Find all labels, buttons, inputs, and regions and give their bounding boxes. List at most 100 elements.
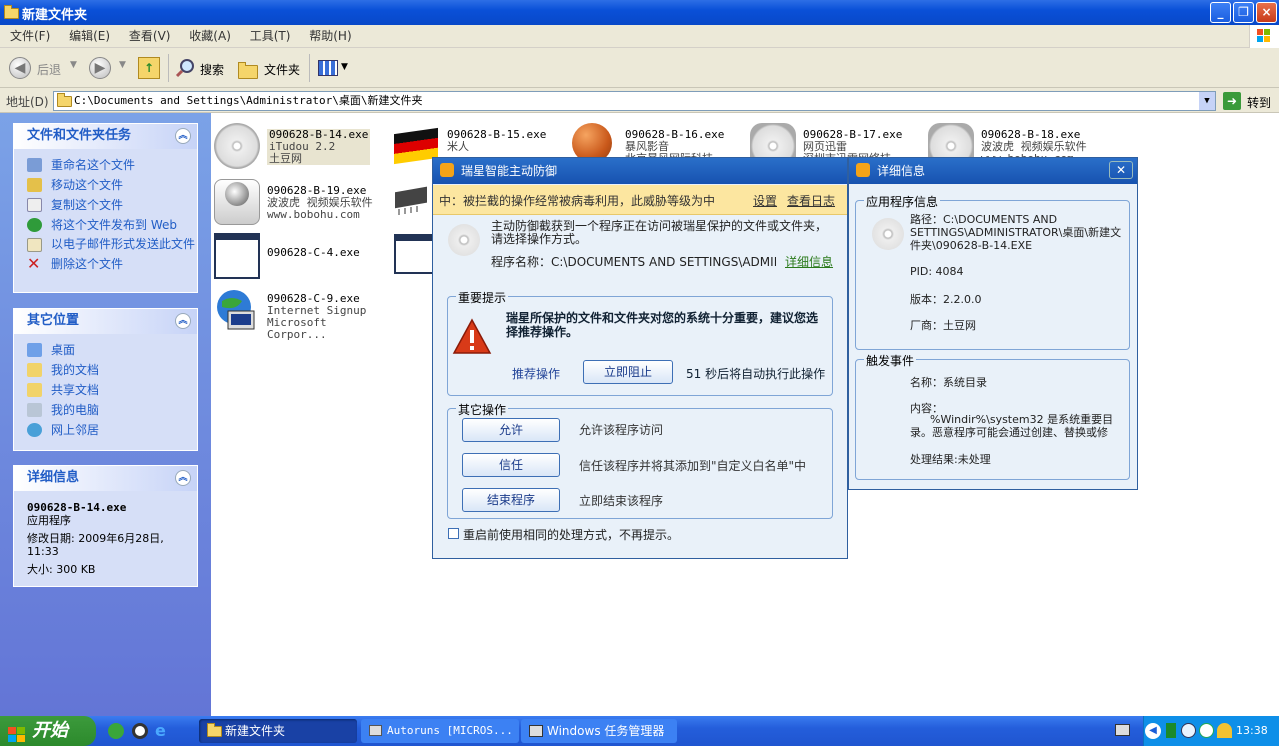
autoruns-icon — [369, 725, 382, 736]
trust-description: 信任该程序并将其添加到"自定义白名单"中 — [579, 459, 807, 473]
collapse-icon[interactable]: ︽ — [175, 128, 191, 144]
detail-modified: 修改日期: 2009年6月28日, 11:33 — [27, 532, 164, 558]
my-documents-link[interactable]: 我的文档 — [26, 360, 197, 380]
app-vendor: 厂商：土豆网 — [910, 319, 976, 332]
event-content-text: %Windir%\system32 是系统重要目录。恶意程序可能会通过创建、替换… — [910, 413, 1114, 439]
allow-button[interactable]: 允许 — [462, 418, 560, 442]
file-item[interactable]: 090628-B-14.exe iTudou 2.2 土豆网 — [211, 119, 381, 169]
views-dropdown-icon[interactable]: ▼ — [341, 62, 348, 72]
view-log-link[interactable]: 查看日志 — [787, 192, 835, 209]
my-computer-link[interactable]: 我的电脑 — [26, 400, 197, 420]
countdown-text: 51 秒后将自动执行此操作 — [686, 367, 826, 381]
address-dropdown-icon[interactable]: ▼ — [1199, 92, 1215, 110]
copy-file-link[interactable]: 复制这个文件 — [26, 195, 197, 215]
app-cd-icon — [872, 218, 904, 250]
remember-checkbox[interactable] — [448, 528, 459, 539]
go-button[interactable]: 转到 — [1247, 94, 1271, 111]
trigger-event-label: 触发事件 — [864, 352, 917, 369]
up-folder-icon[interactable]: ↑ — [138, 57, 160, 79]
toolbar: ◀ 后退 ▼ ▶ ▼ ↑ 搜索 文件夹 ▼ — [0, 48, 1279, 88]
block-now-button[interactable]: 立即阻止 — [583, 360, 673, 384]
other-places-panel: 其它位置 ︽ 桌面 我的文档 共享文档 我的电脑 网上邻居 — [13, 308, 198, 451]
tray-green-icon[interactable] — [1166, 723, 1176, 738]
desktop-icon — [27, 343, 42, 357]
internet-signup-icon — [214, 287, 260, 333]
search-button[interactable]: 搜索 — [200, 61, 224, 78]
task-pane: 文件和文件夹任务 ︽ 重命名这个文件 移动这个文件 复制这个文件 将这个文件发布到… — [0, 113, 211, 716]
window-title: 新建文件夹 — [22, 8, 88, 23]
file-item[interactable]: 090628-B-19.exe 波波虎 视频娱乐软件 www.bobohu.com — [211, 175, 381, 225]
network-icon — [27, 423, 42, 437]
minimize-button[interactable]: _ — [1210, 2, 1231, 23]
tray-umbrella-icon[interactable] — [1217, 723, 1232, 738]
title-bar[interactable]: 新建文件夹 _ ❐ × — [0, 0, 1279, 25]
windows-logo-icon — [1249, 25, 1279, 48]
cd-icon — [214, 123, 260, 169]
settings-link[interactable]: 设置 — [753, 192, 777, 209]
rename-file-link[interactable]: 重命名这个文件 — [26, 155, 197, 175]
keyboard-icon[interactable] — [1115, 724, 1130, 736]
maximize-button[interactable]: ❐ — [1233, 2, 1254, 23]
close-icon[interactable]: ✕ — [1109, 161, 1133, 179]
email-icon — [27, 238, 42, 252]
go-arrow-icon[interactable]: ➜ — [1223, 92, 1241, 110]
email-file-link[interactable]: 以电子邮件形式发送此文件 — [26, 235, 197, 254]
details-title-bar[interactable]: 详细信息 ✕ — [849, 158, 1137, 184]
task-new-folder[interactable]: 新建文件夹 — [199, 719, 357, 743]
folder-icon — [57, 93, 72, 107]
important-label: 重要提示 — [456, 289, 509, 306]
menu-file[interactable]: 文件(F) — [10, 25, 50, 47]
folder-icon — [4, 5, 19, 19]
warning-icon — [452, 317, 492, 357]
desktop-link[interactable]: 桌面 — [26, 340, 197, 360]
file-tasks-panel: 文件和文件夹任务 ︽ 重命名这个文件 移动这个文件 复制这个文件 将这个文件发布到… — [13, 123, 198, 293]
quicklaunch-media-icon[interactable] — [132, 723, 148, 739]
start-button[interactable]: 开始 — [0, 716, 96, 746]
file-item[interactable]: 090628-C-9.exe Internet Signup Microsoft C… — [211, 283, 381, 341]
menu-help[interactable]: 帮助(H) — [309, 25, 351, 47]
menu-edit[interactable]: 编辑(E) — [69, 25, 110, 47]
address-label: 地址(D) — [6, 95, 49, 109]
ie-icon[interactable]: e — [155, 722, 173, 740]
chip-icon[interactable] — [391, 181, 431, 221]
kill-program-button[interactable]: 结束程序 — [462, 488, 560, 512]
task-autoruns[interactable]: Autoruns [MICROS... — [361, 719, 519, 743]
menu-view[interactable]: 查看(V) — [129, 25, 171, 47]
quicklaunch-globe-icon[interactable] — [108, 723, 124, 739]
rising-lion-icon — [440, 163, 454, 177]
move-icon — [27, 178, 42, 192]
menu-favorites[interactable]: 收藏(A) — [189, 25, 231, 47]
tray-security-icon[interactable] — [1181, 723, 1196, 738]
dialog-title-bar[interactable]: 瑞星智能主动防御 — [433, 158, 847, 184]
shared-documents-link[interactable]: 共享文档 — [26, 380, 197, 400]
program-name: 程序名称：C:\DOCUMENTS AND SETTINGS\ADMINISTR… — [491, 255, 776, 269]
details-dialog: 详细信息 ✕ 应用程序信息 路径：C:\DOCUMENTS AND SETTIN… — [848, 157, 1138, 490]
task-task-manager[interactable]: Windows 任务管理器 — [521, 719, 677, 743]
tray-expand-icon[interactable]: ◀ — [1145, 723, 1161, 739]
back-arrow-icon[interactable]: ◀ — [9, 57, 31, 79]
menu-tools[interactable]: 工具(T) — [250, 25, 291, 47]
forward-dropdown-icon[interactable]: ▼ — [119, 60, 126, 70]
delete-file-link[interactable]: ✕ 删除这个文件 — [26, 254, 197, 274]
folders-icon — [238, 62, 258, 79]
back-dropdown-icon[interactable]: ▼ — [70, 60, 77, 70]
trust-button[interactable]: 信任 — [462, 453, 560, 477]
tray-network-icon[interactable] — [1199, 723, 1214, 738]
collapse-icon[interactable]: ︽ — [175, 470, 191, 486]
network-places-link[interactable]: 网上邻居 — [26, 420, 197, 440]
details-link[interactable]: 详细信息 — [785, 253, 833, 270]
menu-bar: 文件(F) 编辑(E) 查看(V) 收藏(A) 工具(T) 帮助(H) — [0, 25, 1279, 48]
close-button[interactable]: × — [1256, 2, 1277, 23]
views-icon[interactable] — [318, 60, 338, 76]
address-input[interactable]: C:\Documents and Settings\Administrator\… — [53, 91, 1216, 111]
folders-button[interactable]: 文件夹 — [264, 61, 300, 78]
program-window-icon[interactable] — [394, 234, 434, 274]
publish-web-link[interactable]: 将这个文件发布到 Web — [26, 215, 197, 235]
collapse-icon[interactable]: ︽ — [175, 313, 191, 329]
rename-icon — [27, 158, 42, 172]
file-item[interactable]: 090628-C-4.exe — [211, 229, 381, 279]
back-button[interactable]: 后退 — [37, 61, 61, 78]
forward-arrow-icon[interactable]: ▶ — [89, 57, 111, 79]
clock[interactable]: 13:38 — [1236, 724, 1268, 737]
move-file-link[interactable]: 移动这个文件 — [26, 175, 197, 195]
